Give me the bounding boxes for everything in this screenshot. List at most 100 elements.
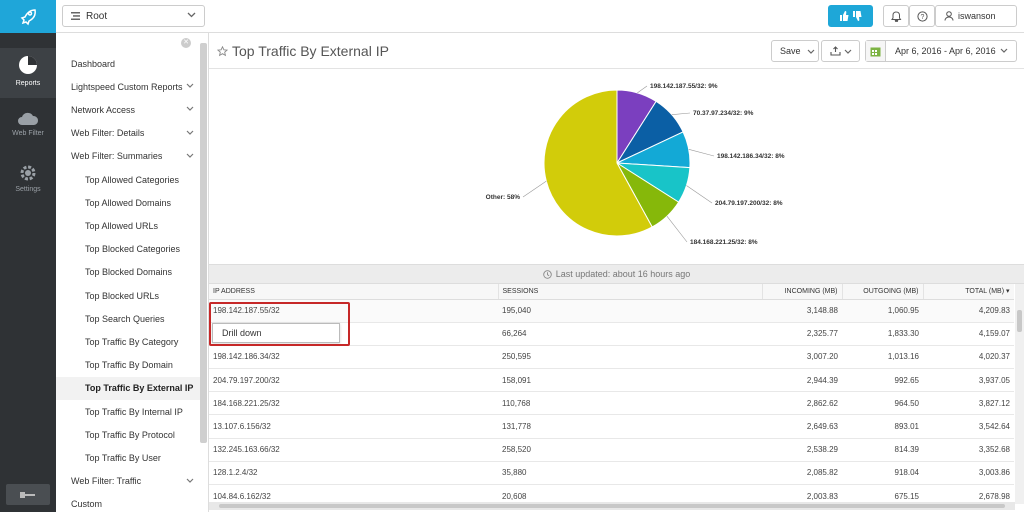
rail-label: Reports — [15, 80, 41, 87]
table-cell: 195,040 — [498, 299, 762, 323]
nav-item[interactable]: Top Traffic By Internal IP — [56, 400, 200, 423]
last-updated-bar: Last updated: about 16 hours ago — [209, 264, 1024, 284]
svg-text:?: ? — [920, 14, 924, 21]
nav-item[interactable]: Web Filter: Summaries — [56, 145, 200, 168]
nav-item[interactable]: Top Blocked URLs — [56, 284, 200, 307]
username: iswanson — [958, 11, 996, 21]
nav-item-label: Top Traffic By Category — [85, 336, 179, 347]
column-header[interactable]: OUTGOING (MB) — [842, 284, 924, 300]
nav-item[interactable]: Web Filter: Traffic — [56, 470, 200, 493]
star-icon[interactable] — [217, 45, 228, 57]
column-header[interactable]: IP ADDRESS — [209, 284, 499, 300]
close-icon[interactable]: ✕ — [181, 38, 191, 48]
table-row[interactable]: 132.245.163.66/32 258,520 2,538.29 814.39 3,… — [209, 438, 1014, 462]
notifications-button[interactable] — [883, 5, 909, 27]
clock-icon — [542, 269, 552, 279]
chevron-down-icon — [186, 130, 194, 135]
table-cell: 2,944.39 — [762, 368, 842, 393]
table-cell[interactable]: 184.168.221.25/32 — [209, 391, 498, 416]
nav-item[interactable]: Top Allowed URLs — [56, 214, 200, 237]
table-cell: 4,020.37 — [923, 345, 1014, 370]
table-cell: 110,768 — [498, 391, 762, 416]
nav-item[interactable]: Top Blocked Domains — [56, 261, 200, 284]
nav-item[interactable]: Top Traffic By Protocol — [56, 423, 200, 446]
table-cell[interactable]: 198.142.186.34/32 — [209, 345, 498, 370]
export-button[interactable] — [821, 40, 860, 62]
table-cell: 66,264 — [498, 322, 762, 346]
rocket-logo-icon[interactable] — [0, 0, 56, 33]
hierarchy-icon — [71, 12, 80, 20]
nav-item[interactable]: Top Traffic By External IP — [56, 376, 200, 400]
chevron-down-icon — [186, 153, 194, 158]
nav-item-label: Lightspeed Custom Reports — [71, 81, 183, 92]
column-header[interactable]: INCOMING (MB) — [762, 284, 843, 300]
pie-slice-label: 70.37.97.234/32: 9% — [693, 110, 754, 117]
column-header[interactable]: TOTAL (MB) ▾ — [923, 284, 1014, 300]
date-range-picker[interactable]: Apr 6, 2016 - Apr 6, 2016 — [865, 40, 1017, 62]
table-row[interactable]: 204.79.197.200/32 158,091 2,944.39 992.65 3,… — [209, 368, 1014, 393]
table-cell: 158,091 — [498, 368, 762, 393]
nav-item[interactable]: Custom — [56, 493, 200, 512]
help-button[interactable]: ? — [909, 5, 935, 27]
nav-item-label: Web Filter: Details — [71, 128, 145, 139]
gear-icon — [20, 165, 36, 181]
scrollbar-thumb[interactable] — [219, 504, 1005, 508]
table-row[interactable]: 184.168.221.25/32 110,768 2,862.62 964.50 3,… — [209, 391, 1014, 416]
pie-leader-line — [686, 185, 713, 204]
nav-item[interactable]: Top Allowed Categories — [56, 168, 200, 191]
nav-item[interactable]: Web Filter: Details — [56, 122, 200, 145]
table-cell[interactable]: 13.107.6.156/32 — [209, 414, 498, 439]
table-cell: 258,520 — [498, 438, 762, 462]
table-vertical-scrollbar[interactable] — [1015, 284, 1024, 504]
table-cell[interactable]: 132.245.163.66/32 — [209, 438, 498, 462]
table-cell: 964.50 — [842, 391, 923, 416]
table-cell: 918.04 — [842, 461, 923, 486]
report-nav: ✕ Dashboard Lightspeed Custom Reports Netw… — [56, 33, 209, 512]
nav-item[interactable]: Dashboard — [56, 52, 200, 75]
nav-item-label: Web Filter: Traffic — [71, 476, 142, 487]
user-menu-button[interactable]: iswanson — [935, 5, 1017, 27]
rail-item-web-filter[interactable]: Web Filter — [0, 106, 56, 146]
highlight-annotation — [209, 302, 350, 346]
root-select[interactable]: Root — [62, 5, 205, 27]
table-cell: 3,352.68 — [923, 438, 1014, 462]
rail-label: Settings — [15, 186, 41, 193]
table-cell: 3,003.86 — [923, 461, 1014, 486]
nav-item[interactable]: Top Blocked Categories — [56, 238, 200, 261]
table-cell: 1,060.95 — [842, 299, 923, 323]
nav-item[interactable]: Top Allowed Domains — [56, 191, 200, 214]
icon-rail: Reports Web Filter Settings — [0, 0, 56, 512]
feedback-button[interactable] — [828, 5, 873, 27]
scrollbar-thumb[interactable] — [1017, 310, 1022, 332]
report-main: Top Traffic By External IP Save Apr 6, 2… — [209, 33, 1024, 512]
table-row[interactable]: 13.107.6.156/32 131,778 2,649.63 893.01 3,54… — [209, 414, 1014, 439]
nav-item[interactable]: Top Traffic By Category — [56, 330, 200, 353]
nav-item[interactable]: Lightspeed Custom Reports — [56, 75, 200, 98]
rail-item-settings[interactable]: Settings — [0, 160, 56, 200]
table-cell[interactable]: 204.79.197.200/32 — [209, 368, 498, 393]
table-cell[interactable]: 128.1.2.4/32 — [209, 461, 498, 486]
pie-leader-line — [688, 149, 715, 157]
table-horizontal-scrollbar[interactable] — [209, 502, 1015, 510]
table-row[interactable]: 128.1.2.4/32 35,880 2,085.82 918.04 3,003.86 — [209, 461, 1014, 486]
nav-item[interactable]: Top Traffic By Domain — [56, 354, 200, 377]
save-button[interactable]: Save — [771, 40, 819, 62]
table-cell: 3,007.20 — [762, 345, 842, 370]
table-cell: 1,013.16 — [842, 345, 923, 370]
rail-item-reports[interactable]: Reports — [0, 48, 56, 98]
pie-chart: 198.142.187.55/32: 9% 70.37.97.234/32: 9%… — [209, 70, 1024, 264]
table-cell: 35,880 — [498, 461, 762, 486]
nav-item[interactable]: Top Traffic By User — [56, 446, 200, 469]
table-cell: 2,538.29 — [762, 438, 842, 462]
table-cell: 3,827.12 — [923, 391, 1014, 416]
logout-button[interactable] — [6, 484, 50, 505]
table-row[interactable]: 198.142.186.34/32 250,595 3,007.20 1,013.16… — [209, 345, 1014, 370]
column-header[interactable]: SESSIONS — [498, 284, 763, 300]
nav-item-label: Top Allowed URLs — [85, 220, 159, 231]
nav-scrollbar[interactable] — [200, 43, 207, 443]
nav-item-label: Custom — [71, 499, 103, 510]
nav-item[interactable]: Top Search Queries — [56, 307, 200, 330]
nav-item[interactable]: Network Access — [56, 98, 200, 121]
thumbs-up-icon — [840, 11, 849, 21]
nav-item-label: Top Blocked URLs — [85, 290, 160, 301]
